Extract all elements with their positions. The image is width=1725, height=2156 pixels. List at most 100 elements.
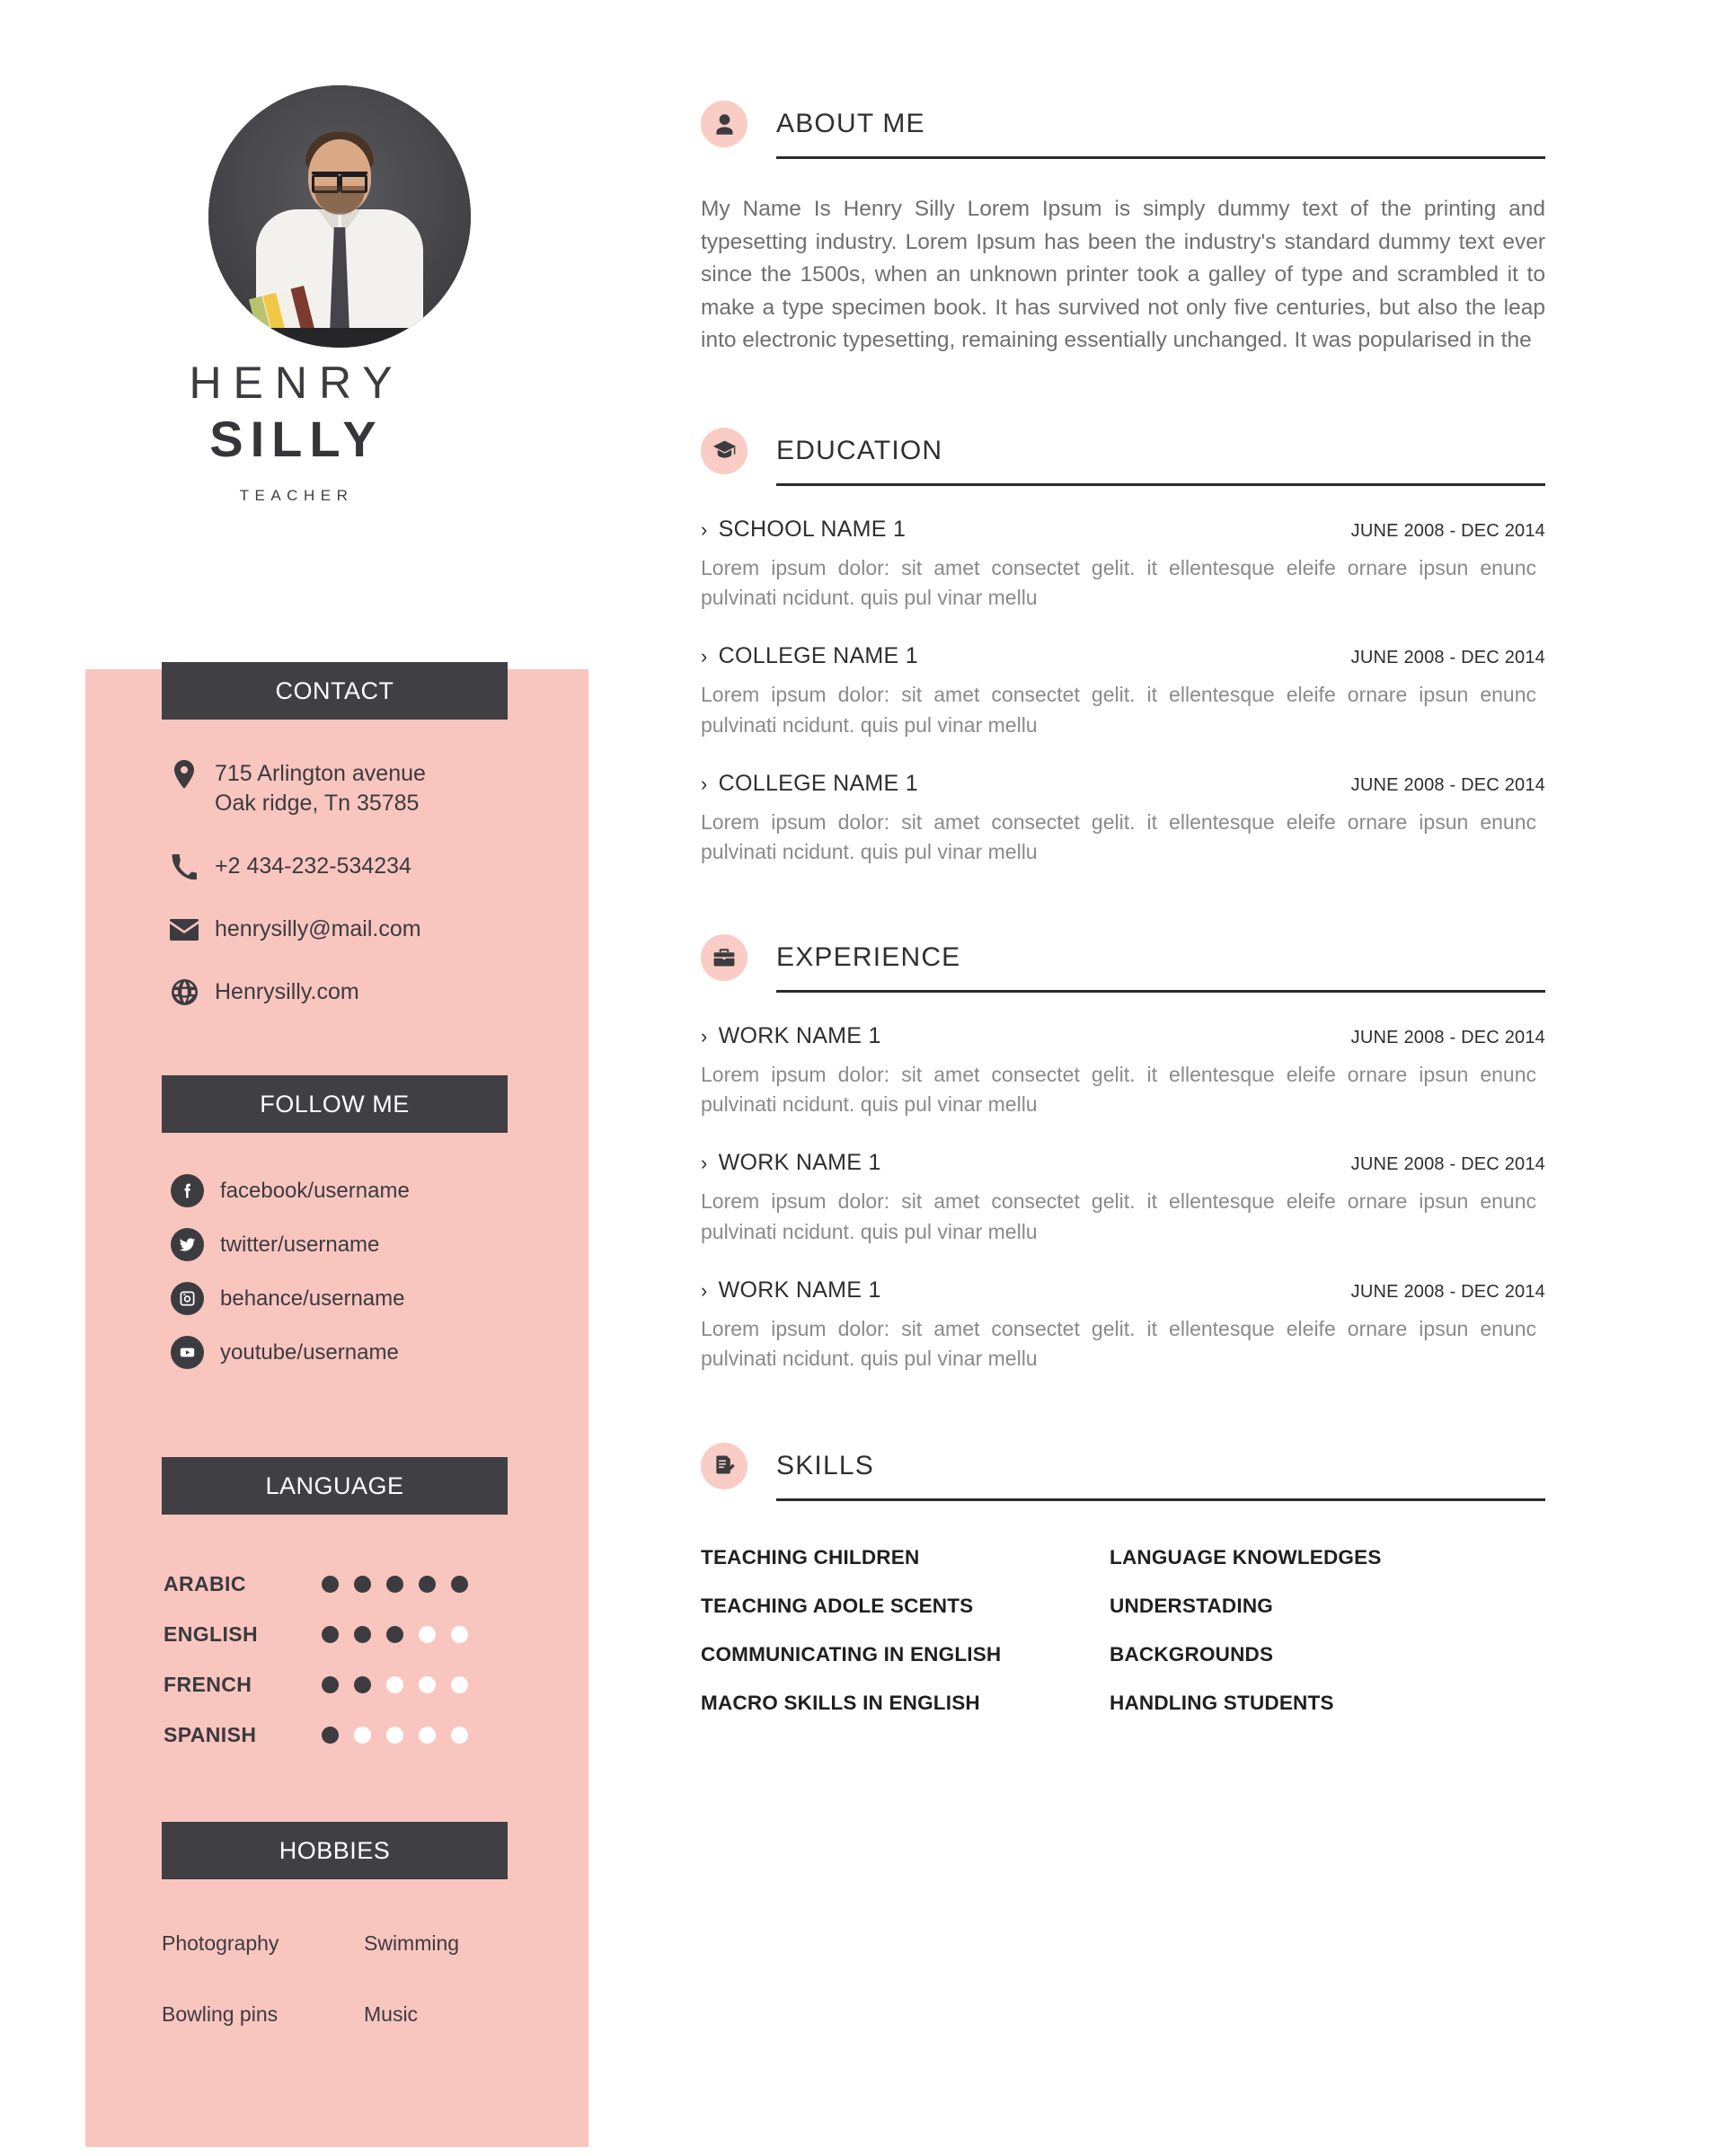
social-facebook-text: facebook/username xyxy=(220,1178,410,1203)
contact-item-website[interactable]: Henrysilly.com xyxy=(166,977,544,1008)
entry-description: Lorem ipsum dolor: sit amet consectet ge… xyxy=(701,1189,1536,1243)
person-icon xyxy=(701,101,748,147)
document-pencil-icon xyxy=(701,1442,748,1489)
profile-photo xyxy=(208,85,471,348)
education-section: EDUCATION › SCHOOL NAME 1 JUNE 2008 - DEC … xyxy=(701,427,1545,868)
language-level-dots xyxy=(322,1625,468,1643)
hobby-item: Swimming xyxy=(364,1931,460,1955)
level-dot xyxy=(386,1675,403,1693)
location-icon xyxy=(166,759,202,790)
language-level-dots xyxy=(322,1675,468,1693)
language-row: SPANISH xyxy=(164,1710,541,1760)
entry-name: › WORK NAME 1 xyxy=(701,1150,881,1176)
contact-phone-text: +2 434-232-534234 xyxy=(215,853,411,879)
level-dot xyxy=(451,1625,468,1643)
skill-item: LANGUAGE KNOWLEDGES xyxy=(1110,1545,1382,1568)
chevron-right-icon: › xyxy=(701,645,708,668)
entry-description: Lorem ipsum dolor: sit amet consectet ge… xyxy=(701,555,1536,609)
contact-website-text: Henrysilly.com xyxy=(215,978,359,1004)
entry-name: › SCHOOL NAME 1 xyxy=(701,516,907,542)
hobbies-list: Photography Swimming Bowling pins Music xyxy=(162,1931,521,2027)
contact-item-address[interactable]: 715 Arlington avenue Oak ridge, Tn 35785 xyxy=(166,759,544,819)
email-icon xyxy=(166,915,202,945)
social-item-twitter[interactable]: twitter/username xyxy=(171,1228,548,1261)
skills-title: SKILLS xyxy=(776,1450,874,1480)
entry-description: Lorem ipsum dolor: sit amet consectet ge… xyxy=(701,683,1536,737)
language-row: ARABIC xyxy=(164,1559,541,1609)
hobby-item: Music xyxy=(364,2002,419,2026)
chevron-right-icon: › xyxy=(701,1278,708,1302)
social-behance-text: behance/username xyxy=(220,1286,405,1311)
entry-date: JUNE 2008 - DEC 2014 xyxy=(1350,1281,1545,1302)
language-level-dots xyxy=(322,1726,468,1744)
entry-header: › COLLEGE NAME 1 JUNE 2008 - DEC 2014 xyxy=(701,643,1545,669)
language-section-header: LANGUAGE xyxy=(162,1457,508,1515)
level-dot xyxy=(419,1675,436,1693)
language-row: ENGLISH xyxy=(164,1609,541,1659)
chevron-right-icon: › xyxy=(701,517,708,541)
level-dot xyxy=(451,1575,468,1593)
level-dot xyxy=(322,1675,339,1693)
level-dot xyxy=(354,1625,371,1643)
contact-list: 715 Arlington avenue Oak ridge, Tn 35785 … xyxy=(166,759,544,1040)
globe-icon xyxy=(166,977,202,1008)
education-entry: › SCHOOL NAME 1 JUNE 2008 - DEC 2014 Lorem … xyxy=(701,517,1545,614)
language-row: FRENCH xyxy=(164,1659,541,1710)
skills-section: SKILLS TEACHING CHILDREN LANGUAGE KNOWLED… xyxy=(701,1442,1545,1715)
skills-header: SKILLS xyxy=(701,1442,1545,1489)
instagram-icon xyxy=(171,1282,204,1315)
education-entry: › COLLEGE NAME 1 JUNE 2008 - DEC 2014 Lorem… xyxy=(701,643,1545,740)
main-column: ABOUT ME My Name Is Henry Silly Lorem Ip… xyxy=(701,0,1545,1715)
social-item-behance[interactable]: behance/username xyxy=(171,1282,548,1315)
contact-item-email[interactable]: henrysilly@mail.com xyxy=(166,915,544,945)
chevron-right-icon: › xyxy=(701,1024,708,1047)
hobby-item: Bowling pins xyxy=(162,2002,279,2026)
entry-description: Lorem ipsum dolor: sit amet consectet ge… xyxy=(701,1062,1536,1116)
entry-date: JUNE 2008 - DEC 2014 xyxy=(1350,648,1545,668)
job-title: TEACHER xyxy=(239,487,354,505)
experience-entry: › WORK NAME 1 JUNE 2008 - DEC 2014 Lorem ip… xyxy=(701,1023,1545,1120)
entry-description: Lorem ipsum dolor: sit amet consectet ge… xyxy=(701,1316,1536,1371)
education-divider xyxy=(776,482,1545,486)
language-name: ARABIC xyxy=(164,1571,246,1595)
experience-header: EXPERIENCE xyxy=(701,933,1545,981)
skills-divider xyxy=(776,1498,1545,1501)
education-entry: › COLLEGE NAME 1 JUNE 2008 - DEC 2014 Lorem… xyxy=(701,771,1545,868)
social-list: facebook/username twitter/username behan… xyxy=(171,1174,548,1390)
contact-address-text: 715 Arlington avenue Oak ridge, Tn 35785 xyxy=(215,761,426,817)
experience-entry: › WORK NAME 1 JUNE 2008 - DEC 2014 Lorem ip… xyxy=(701,1277,1545,1374)
social-item-youtube[interactable]: youtube/username xyxy=(171,1336,548,1369)
experience-section: EXPERIENCE › WORK NAME 1 JUNE 2008 - DEC 2… xyxy=(701,933,1545,1374)
youtube-icon xyxy=(171,1336,204,1369)
experience-divider xyxy=(776,989,1545,993)
avatar xyxy=(208,85,471,348)
skill-item: TEACHING ADOLE SCENTS xyxy=(701,1594,974,1617)
entry-header: › WORK NAME 1 JUNE 2008 - DEC 2014 xyxy=(701,1023,1545,1049)
about-divider xyxy=(776,156,1545,159)
entry-name: › WORK NAME 1 xyxy=(701,1277,881,1303)
experience-title: EXPERIENCE xyxy=(776,941,961,972)
skill-item: TEACHING CHILDREN xyxy=(701,1545,920,1568)
skill-item: HANDLING STUDENTS xyxy=(1110,1691,1334,1714)
chevron-right-icon: › xyxy=(701,772,708,795)
about-title: ABOUT ME xyxy=(776,109,925,138)
entry-name: › WORK NAME 1 xyxy=(701,1022,881,1048)
level-dot xyxy=(451,1675,468,1693)
social-twitter-text: twitter/username xyxy=(220,1232,380,1257)
skill-item: UNDERSTADING xyxy=(1110,1594,1273,1617)
education-title: EDUCATION xyxy=(776,435,943,465)
entry-date: JUNE 2008 - DEC 2014 xyxy=(1350,1027,1545,1047)
entry-name: › COLLEGE NAME 1 xyxy=(701,770,918,796)
skill-item: BACKGROUNDS xyxy=(1110,1642,1274,1666)
language-level-dots xyxy=(322,1575,468,1593)
level-dot xyxy=(419,1625,436,1643)
phone-icon xyxy=(166,852,202,882)
about-text: My Name Is Henry Silly Lorem Ipsum is si… xyxy=(701,197,1545,352)
social-youtube-text: youtube/username xyxy=(220,1339,399,1365)
level-dot xyxy=(386,1625,403,1643)
entry-date: JUNE 2008 - DEC 2014 xyxy=(1350,774,1545,795)
contact-item-phone[interactable]: +2 434-232-534234 xyxy=(166,852,544,882)
social-item-facebook[interactable]: facebook/username xyxy=(171,1174,548,1207)
contact-email-text: henrysilly@mail.com xyxy=(215,915,421,941)
follow-section-header: FOLLOW ME xyxy=(162,1075,508,1133)
